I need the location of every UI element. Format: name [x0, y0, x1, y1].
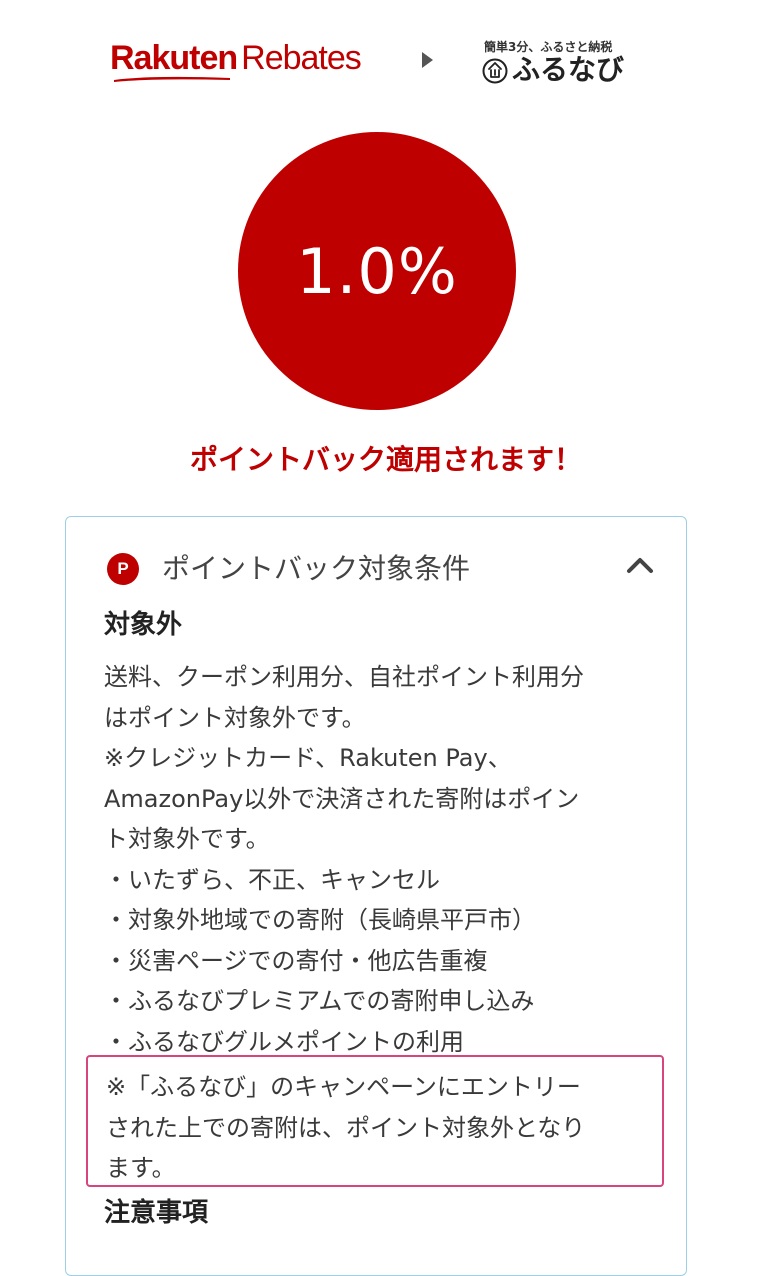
exclusion-line: ※クレジットカード、Rakuten Pay、: [104, 744, 512, 772]
point-conditions-toggle[interactable]: P ポイントバック対象条件: [66, 517, 688, 617]
campaign-note-box: ※「ふるなび」のキャンペーンにエントリー された上での寄附は、ポイント対象外とな…: [86, 1055, 664, 1187]
exclusion-line: ・対象外地域での寄附（長崎県平戸市）: [104, 906, 536, 934]
point-rate-value: 1.0%: [296, 234, 458, 308]
exclusion-list: 送料、クーポン利用分、自社ポイント利用分 はポイント対象外です。 ※クレジットカ…: [104, 657, 664, 1062]
exclusion-line: 送料、クーポン利用分、自社ポイント利用分: [104, 663, 584, 691]
rakuten-swoosh-icon: [114, 76, 230, 82]
campaign-note-line: された上での寄附は、ポイント対象外となり: [106, 1113, 586, 1142]
exclusion-line: ト対象外です。: [104, 825, 270, 853]
exclusion-heading: 対象外: [104, 610, 183, 640]
rakuten-wordmark: Rakuten: [110, 39, 238, 77]
point-applied-message: ポイントバック適用されます！: [189, 443, 582, 476]
point-rate-circle: 1.0%: [238, 132, 516, 410]
notes-heading: 注意事項: [104, 1198, 209, 1228]
point-conditions-title: ポイントバック対象条件: [162, 552, 471, 585]
furunavi-logo[interactable]: ふるなび: [512, 52, 624, 88]
point-p-icon: P: [107, 553, 139, 585]
point-conditions-panel: P ポイントバック対象条件 対象外 送料、クーポン利用分、自社ポイント利用分 は…: [65, 516, 687, 1276]
campaign-note-line: ※「ふるなび」のキャンペーンにエントリー: [106, 1073, 581, 1101]
rebates-wordmark: Rebates: [241, 39, 362, 77]
chevron-up-icon[interactable]: [626, 555, 654, 575]
exclusion-line: AmazonPay以外で決済された寄附はポイン: [104, 784, 580, 813]
exclusion-line: ・いたずら、不正、キャンセル: [104, 865, 440, 894]
arrow-right-icon: [422, 52, 433, 68]
exclusion-line: ・ふるなびプレミアムでの寄附申し込み: [104, 987, 535, 1015]
campaign-note-line: ます。: [106, 1154, 176, 1182]
rakuten-rebates-logo[interactable]: Rakuten Rebates: [110, 38, 362, 78]
furunavi-mark-icon: [482, 58, 508, 84]
header: Rakuten Rebates 簡単3分、ふるさと納税 ふるなび: [0, 0, 772, 110]
exclusion-line: ・災害ページでの寄付・他広告重複: [104, 946, 488, 975]
exclusion-line: はポイント対象外です。: [104, 703, 366, 732]
